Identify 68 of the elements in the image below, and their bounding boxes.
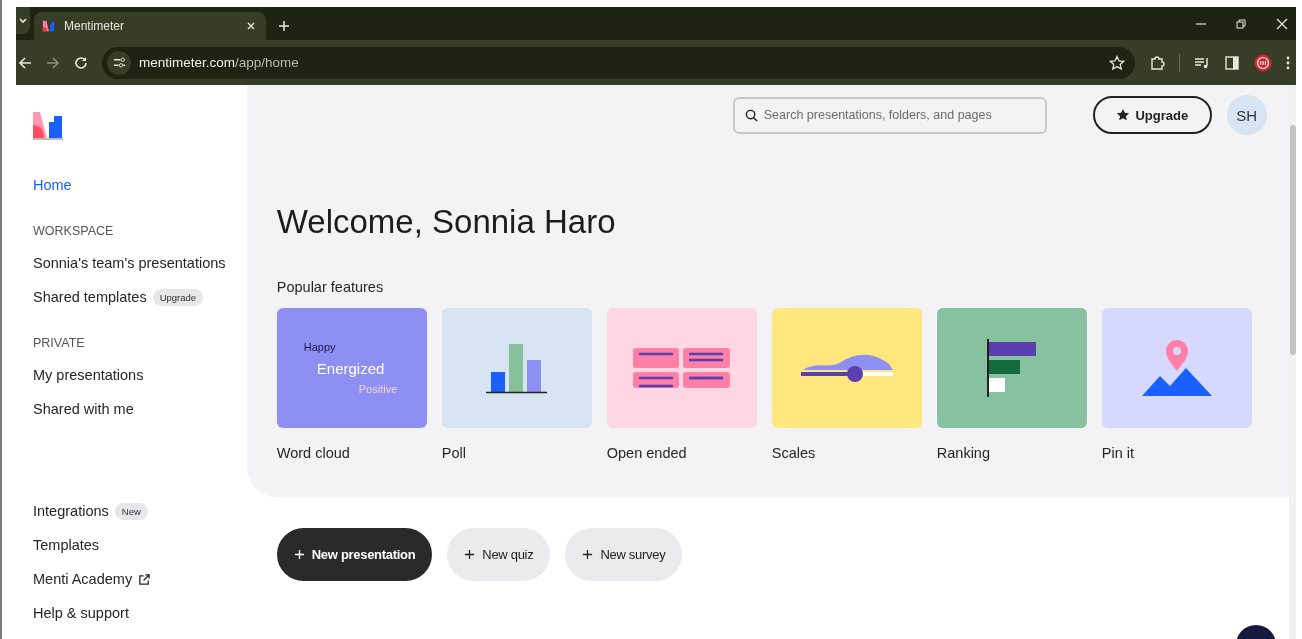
feature-label: Word cloud <box>276 445 351 461</box>
chevron-down-icon <box>18 15 28 26</box>
tab-title: Mentimeter <box>64 19 126 33</box>
close-icon[interactable] <box>1276 17 1288 30</box>
back-icon[interactable] <box>18 55 32 70</box>
feature-card[interactable] <box>771 308 922 428</box>
feature-card[interactable]: Happy Energized Positive <box>276 308 427 428</box>
nav-link[interactable]: Shared templates <box>33 289 147 305</box>
forward-icon[interactable] <box>46 55 60 70</box>
user-avatar[interactable]: SH <box>1226 95 1267 135</box>
nav-link[interactable]: Integrations <box>33 503 109 519</box>
cloud-word: Happy <box>303 341 336 353</box>
create-button[interactable]: New presentation <box>276 528 433 581</box>
star-icon[interactable] <box>1109 54 1125 71</box>
feature-card[interactable] <box>606 308 757 428</box>
feature-label: Scales <box>771 445 817 461</box>
tab-list-button[interactable] <box>16 7 30 34</box>
search-field[interactable]: Search presentations, folders, and pages <box>732 96 1047 134</box>
create-button[interactable]: New quiz <box>447 528 551 581</box>
more-icon[interactable] <box>1286 54 1290 71</box>
star-icon <box>1116 108 1131 122</box>
ranking-bars-drawing <box>987 339 1037 397</box>
mentimeter-logo <box>33 112 63 140</box>
nav-link[interactable]: My presentations <box>33 367 144 383</box>
plus-icon <box>293 549 305 560</box>
nav-link[interactable]: Home <box>33 177 72 193</box>
side-panel-icon[interactable] <box>1224 54 1240 71</box>
create-button[interactable]: New survey <box>565 528 683 581</box>
section-heading: PRIVATE <box>33 335 86 350</box>
feature-card[interactable] <box>1101 308 1252 428</box>
label-badge: Upgrade <box>152 288 204 306</box>
close-icon[interactable] <box>246 21 256 31</box>
chart-bar <box>526 359 541 392</box>
feature-label: Pin it <box>1101 445 1136 461</box>
nav-link[interactable]: Help & support <box>33 605 129 621</box>
welcome-heading: Welcome, Sonnia Haro <box>276 203 617 241</box>
restore-icon[interactable] <box>1236 18 1246 29</box>
chart-bar <box>508 343 523 392</box>
logo-icon <box>42 19 56 33</box>
feature-card[interactable] <box>936 308 1087 428</box>
nav-link[interactable]: Sonnia's team's presentations <box>33 255 226 271</box>
feature-label: Open ended <box>606 445 688 461</box>
axis-line <box>485 391 548 393</box>
cloud-word: Energized <box>316 360 385 377</box>
plus-icon <box>464 549 476 560</box>
search-icon <box>744 108 758 122</box>
site-info-button[interactable] <box>107 50 131 75</box>
plus-icon[interactable] <box>278 20 290 32</box>
address-bar[interactable]: mentimeter.com/app/home <box>102 46 1135 79</box>
upgrade-button[interactable]: Upgrade <box>1092 96 1212 134</box>
browser-tab[interactable]: Mentimeter <box>34 12 266 40</box>
nav-link[interactable]: Shared with me <box>33 401 134 417</box>
reload-icon[interactable] <box>74 55 88 70</box>
map-pin-drawing <box>1141 340 1212 396</box>
label-badge: New <box>114 502 148 520</box>
cloud-word: Positive <box>358 383 398 395</box>
section-heading: Popular features <box>276 279 385 295</box>
feature-label: Ranking <box>936 445 991 461</box>
nav-link[interactable]: Templates <box>33 537 100 553</box>
feature-label: Poll <box>441 445 467 461</box>
extension-icon[interactable] <box>1254 53 1272 72</box>
section-heading: WORKSPACE <box>33 223 115 238</box>
puzzle-icon[interactable] <box>1149 54 1165 71</box>
scrollbar[interactable] <box>1288 85 1296 639</box>
sliders-icon <box>112 56 126 69</box>
plus-icon <box>582 549 594 560</box>
nav-link[interactable]: Menti Academy <box>33 571 133 587</box>
chart-bar <box>490 371 505 392</box>
